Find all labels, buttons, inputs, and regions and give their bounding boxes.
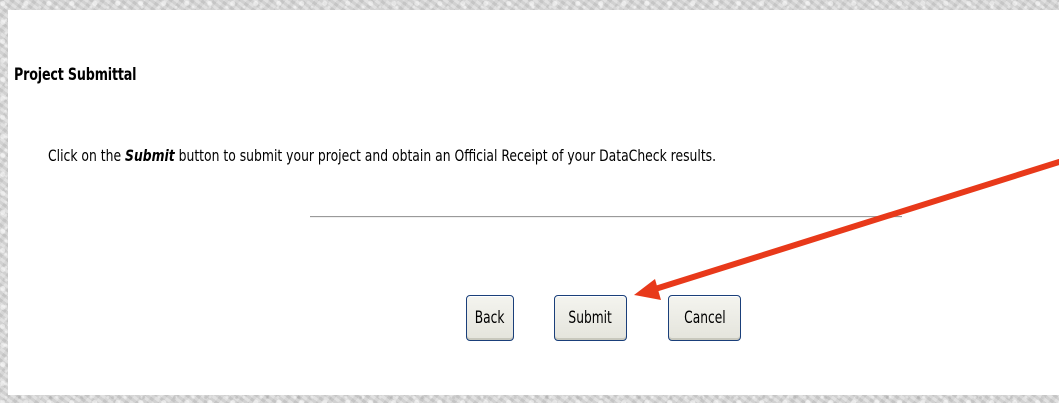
page-title: Project Submittal (14, 65, 137, 85)
content-panel: Project Submittal Click on the Submit bu… (8, 10, 1059, 395)
instructions-prefix: Click on the (48, 146, 126, 165)
cancel-button-label: Cancel (683, 308, 726, 328)
instructions-keyword: Submit (125, 146, 175, 165)
submit-button[interactable]: Submit (554, 295, 627, 341)
divider-line (310, 216, 902, 218)
cancel-button[interactable]: Cancel (668, 295, 741, 341)
back-button-label: Back (475, 308, 505, 328)
submit-button-label: Submit (568, 308, 613, 328)
back-button[interactable]: Back (466, 295, 514, 341)
instructions-suffix: button to submit your project and obtain… (174, 146, 717, 165)
instructions-text: Click on the Submit button to submit you… (48, 146, 716, 165)
